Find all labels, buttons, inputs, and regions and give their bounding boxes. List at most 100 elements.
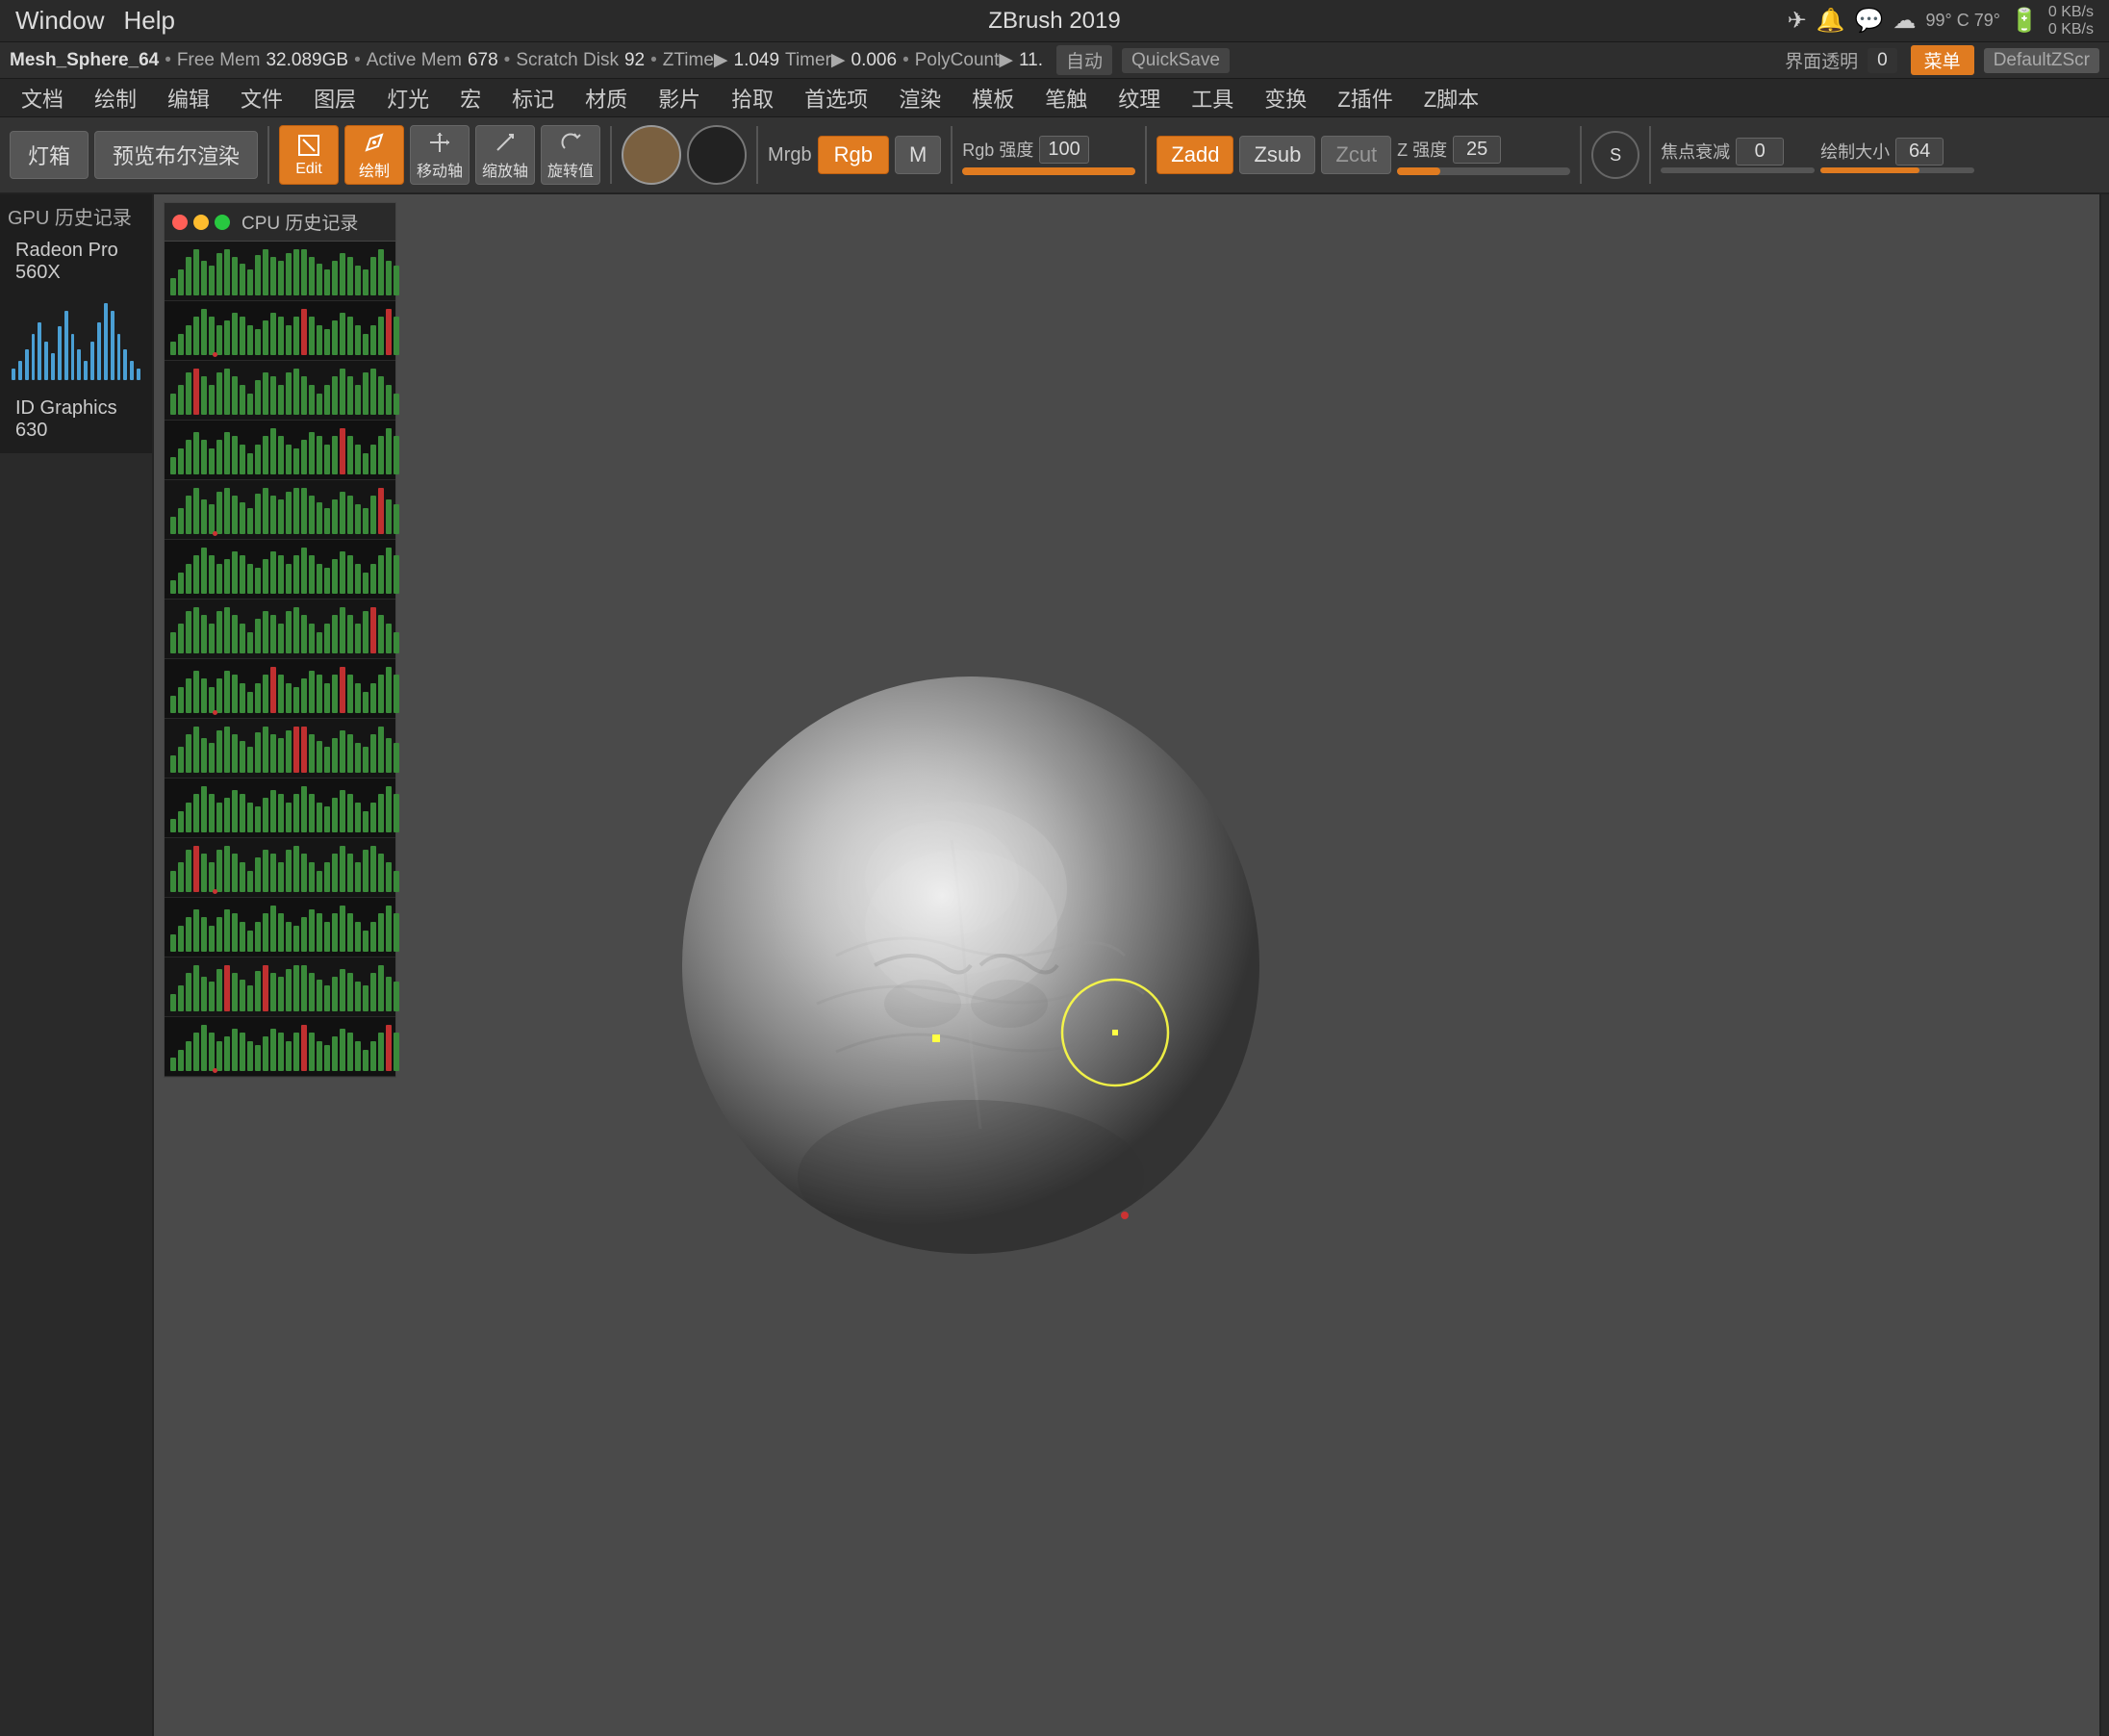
cpu-bar <box>386 977 392 1010</box>
rotate-btn[interactable]: 旋转值 <box>541 125 600 185</box>
cpu-bar <box>293 555 299 594</box>
menu-item-macro[interactable]: 宏 <box>446 79 495 117</box>
cpu-bar <box>340 969 345 1011</box>
cpu-bar <box>255 380 261 414</box>
cpu-bar <box>224 559 230 593</box>
m-btn[interactable]: M <box>895 136 941 174</box>
cpu-bar <box>332 977 338 1010</box>
z-strength-val[interactable]: 25 <box>1453 136 1501 164</box>
cpu-bar <box>178 811 184 832</box>
win-max-btn[interactable] <box>215 215 230 230</box>
cpu-bar <box>178 334 184 355</box>
rgb-btn[interactable]: Rgb <box>818 136 889 174</box>
cpu-bar <box>355 982 361 1011</box>
cpu-history-row <box>165 540 395 600</box>
cpu-bar <box>186 1041 191 1071</box>
cpu-bar <box>193 794 199 832</box>
cpu-bar <box>193 249 199 295</box>
cpu-history-row <box>165 779 395 838</box>
win-close-btn[interactable] <box>172 215 188 230</box>
cpu-bar <box>224 727 230 773</box>
menu-item-draw[interactable]: 绘制 <box>81 79 150 117</box>
focal-falloff-slider[interactable] <box>1661 167 1815 173</box>
menu-item-movie[interactable]: 影片 <box>645 79 714 117</box>
cpu-bar <box>240 862 245 892</box>
menu-item-marker[interactable]: 标记 <box>498 79 568 117</box>
cpu-bar <box>378 555 384 594</box>
lightbox-btn[interactable]: 灯箱 <box>10 131 89 179</box>
menu-item-texture[interactable]: 纹理 <box>1105 79 1174 117</box>
cpu-bar <box>247 508 253 533</box>
edit-btn[interactable]: Edit <box>279 125 339 185</box>
cpu-bar <box>270 257 276 295</box>
help-menu[interactable]: Help <box>123 6 174 36</box>
menu-item-pickup[interactable]: 拾取 <box>718 79 787 117</box>
win-min-btn[interactable] <box>193 215 209 230</box>
window-menu[interactable]: Window <box>15 6 104 36</box>
cpu-bar <box>209 555 215 594</box>
menu-bar: 文档 绘制 编辑 文件 图层 灯光 宏 标记 材质 影片 拾取 首选项 渲染 模… <box>0 79 2109 117</box>
menu-item-file[interactable]: 文件 <box>227 79 296 117</box>
cpu-bar <box>324 269 330 294</box>
cpu-bar <box>317 871 322 892</box>
menu-item-zplugin[interactable]: Z插件 <box>1324 79 1406 117</box>
cpu-bar <box>209 794 215 832</box>
menu-btn[interactable]: 菜单 <box>1911 45 1974 75</box>
auto-btn[interactable]: 自动 <box>1056 45 1112 75</box>
focal-falloff-val[interactable]: 0 <box>1736 138 1784 166</box>
cpu-bar <box>301 854 307 892</box>
cpu-bar <box>278 499 284 533</box>
cpu-bar <box>186 325 191 355</box>
zsub-btn[interactable]: Zsub <box>1239 136 1315 174</box>
cpu-bar <box>301 615 307 653</box>
menu-item-tool[interactable]: 工具 <box>1178 79 1247 117</box>
menu-item-doc[interactable]: 文档 <box>8 79 77 117</box>
draw-size-slider[interactable] <box>1820 167 1974 173</box>
draw-btn[interactable]: 绘制 <box>344 125 404 185</box>
cpu-bar <box>293 846 299 892</box>
quicksave-btn[interactable]: QuickSave <box>1122 48 1230 73</box>
menu-item-stroke[interactable]: 笔触 <box>1031 79 1101 117</box>
s-button[interactable]: S <box>1591 131 1639 179</box>
defaultz-btn[interactable]: DefaultZScr <box>1984 48 2099 73</box>
divider-5 <box>1145 126 1147 184</box>
cpu-bar <box>309 862 315 892</box>
cpu-bar <box>394 913 399 952</box>
cpu-bar <box>332 675 338 713</box>
sep4: • <box>650 50 657 71</box>
z-strength-slider[interactable] <box>1397 167 1570 175</box>
cpu-bar <box>170 517 176 534</box>
cpu-activity-dot <box>213 531 217 536</box>
rgb-strength-val[interactable]: 100 <box>1039 136 1088 164</box>
canvas-area[interactable] <box>154 194 2099 1736</box>
gpu-panel-title: GPU 历史记录 <box>8 202 144 230</box>
menu-item-template[interactable]: 模板 <box>958 79 1028 117</box>
material-sphere-1[interactable] <box>622 125 681 185</box>
cpu-bar <box>394 317 399 355</box>
rgb-strength-slider[interactable] <box>962 167 1135 175</box>
menu-item-transform[interactable]: 变换 <box>1251 79 1320 117</box>
cpu-bar <box>378 854 384 892</box>
cpu-bar <box>301 678 307 712</box>
cpu-bar <box>293 317 299 355</box>
zadd-btn[interactable]: Zadd <box>1156 136 1233 174</box>
cpu-bar <box>216 564 222 594</box>
menu-item-layer[interactable]: 图层 <box>300 79 369 117</box>
menu-item-material[interactable]: 材质 <box>572 79 641 117</box>
scale-btn[interactable]: 缩放轴 <box>475 125 535 185</box>
zcut-btn[interactable]: Zcut <box>1321 136 1391 174</box>
menu-item-prefs[interactable]: 首选项 <box>791 79 881 117</box>
material-sphere-2[interactable] <box>687 125 747 185</box>
move-btn[interactable]: 移动轴 <box>410 125 470 185</box>
cpu-bar <box>193 727 199 773</box>
draw-size-val[interactable]: 64 <box>1895 138 1944 166</box>
menu-item-light[interactable]: 灯光 <box>373 79 443 117</box>
preview-btn[interactable]: 预览布尔渲染 <box>94 131 258 179</box>
menu-item-render[interactable]: 渲染 <box>885 79 954 117</box>
menu-item-edit[interactable]: 编辑 <box>154 79 223 117</box>
cpu-bar <box>170 696 176 713</box>
cpu-bar <box>232 551 238 594</box>
cpu-bar <box>286 611 292 653</box>
menu-item-zscript[interactable]: Z脚本 <box>1410 79 1492 117</box>
cpu-bar <box>309 909 315 952</box>
